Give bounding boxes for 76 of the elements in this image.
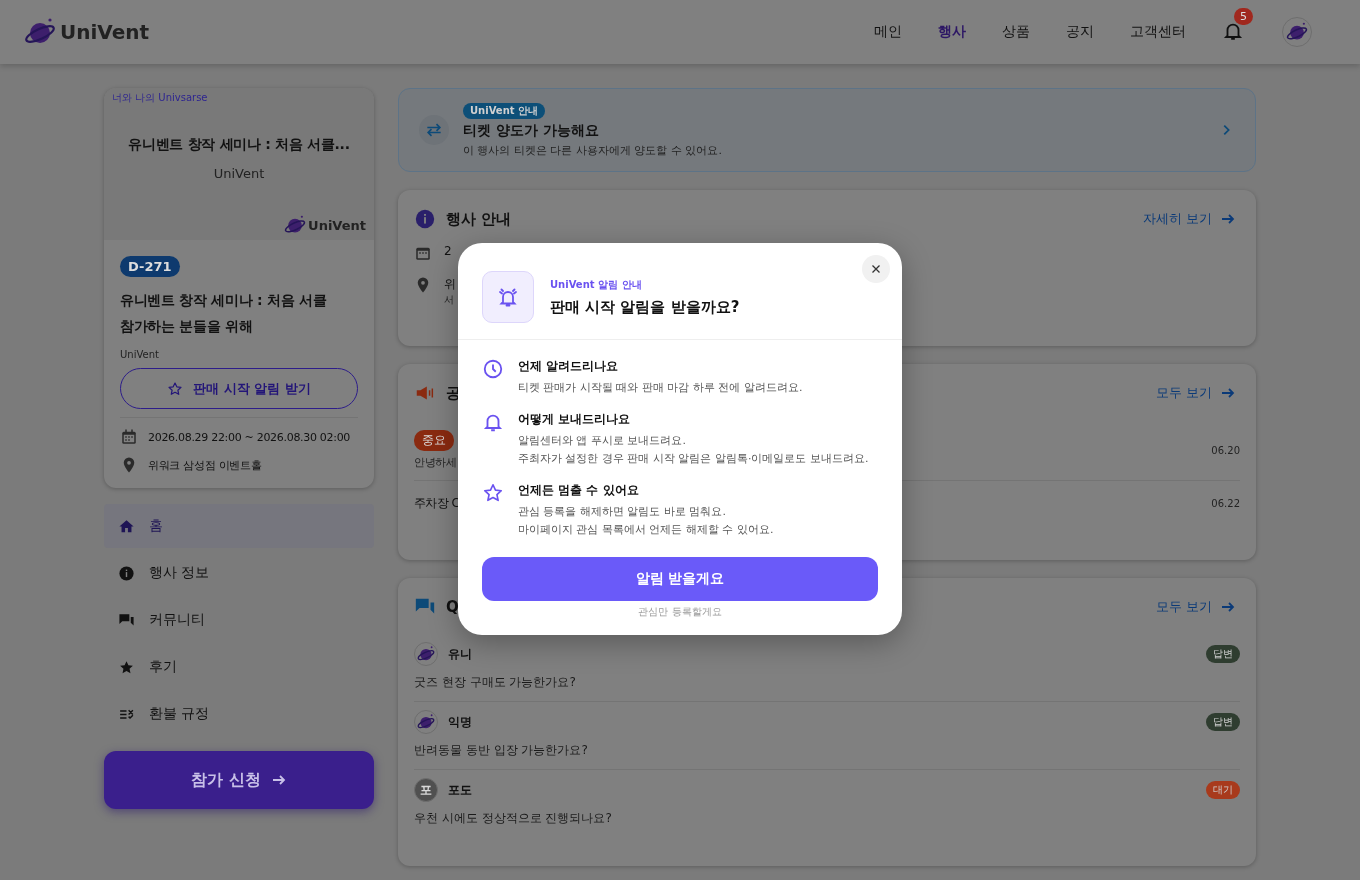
- nav-link[interactable]: 고객센터: [1130, 23, 1186, 41]
- info-icon: [414, 208, 436, 230]
- home-icon: [118, 517, 135, 535]
- author-name: 유니: [448, 645, 473, 663]
- status-badge: 답변: [1206, 645, 1240, 663]
- notice-date: 06.20: [1211, 444, 1240, 456]
- event-place: 위워크 삼성점 이벤트홀: [148, 457, 262, 473]
- swap-arrows-icon: [419, 115, 449, 145]
- info-item-text: 마이페이지 관심 목록에서 언제든 해제할 수 있어요.: [518, 522, 774, 537]
- clock-icon: [482, 358, 504, 380]
- info-item-text: 관심 등록을 해제하면 알림도 바로 멈춰요.: [518, 504, 727, 519]
- info-item-text: 주최자가 설정한 경우 판매 시작 알림은 알림톡·이메일로도 보내드려요.: [518, 451, 869, 466]
- nav-link[interactable]: 행사: [938, 23, 966, 41]
- see-all-link[interactable]: 모두 보기: [1155, 384, 1240, 402]
- transfer-banner[interactable]: UniVent 안내 티켓 양도가 가능해요 이 행사의 티켓은 다른 사용자에게 양도할 수 있어요.: [398, 88, 1256, 172]
- poster-title: 유니벤트 창작 세미나 : 처음 서클...: [128, 136, 350, 154]
- notice-date: 06.22: [1211, 498, 1240, 509]
- bell-ringing-icon: [482, 271, 534, 323]
- section-title: Q: [446, 598, 459, 616]
- notification-badge: 5: [1234, 8, 1253, 25]
- poster-host: UniVent: [213, 166, 265, 181]
- info-item-text: 알림센터와 앱 푸시로 보내드려요.: [518, 433, 687, 448]
- event-title: 유니벤트 창작 세미나 : 처음 서클 참가하는 분들을 위해: [120, 291, 328, 336]
- nav-link[interactable]: 메인: [874, 23, 902, 41]
- star-icon: [482, 482, 504, 504]
- question-item[interactable]: 유니 답변 굿즈 현장 구매도 가능한가요?: [414, 634, 1240, 701]
- question-item[interactable]: 포 포도 대기 우천 시에도 정상적으로 진행되나요?: [414, 769, 1240, 837]
- info-item-title: 언제든 멈출 수 있어요: [518, 482, 640, 499]
- get-alerts-button[interactable]: 알림 받을게요: [482, 557, 878, 601]
- logo-text[interactable]: UniVent: [60, 20, 150, 44]
- question-item[interactable]: 익명 답변 반려동물 동반 입장 가능한가요?: [414, 701, 1240, 769]
- nav-link[interactable]: 상품: [1002, 23, 1030, 41]
- question-text: 우천 시에도 정상적으로 진행되나요?: [414, 810, 613, 827]
- nav-link[interactable]: 공지: [1066, 23, 1094, 41]
- author-name: 익명: [448, 713, 473, 731]
- sale-alert-button[interactable]: 판매 시작 알림 받기: [120, 368, 358, 409]
- author-name: 포도: [448, 781, 473, 799]
- calendar-icon: [120, 428, 138, 446]
- see-details-link[interactable]: 자세히 보기: [1142, 210, 1240, 228]
- event-date: 2026.08.29 22:00 ~ 2026.08.30 02:00: [148, 430, 351, 444]
- sidebar-item[interactable]: 후기: [104, 645, 374, 689]
- question-text: 반려동물 동반 입장 가능한가요?: [414, 742, 589, 759]
- poster-tagline: 너와 나의 Univsarse: [112, 91, 208, 105]
- question-text: 굿즈 현장 구매도 가능한가요?: [414, 674, 577, 691]
- status-badge: 대기: [1206, 781, 1240, 799]
- d-day-badge: D-271: [120, 256, 180, 277]
- info-item-text: 티켓 판매가 시작될 때와 판매 마감 하루 전에 알려드려요.: [518, 380, 803, 395]
- banner-subtitle: 이 행사의 티켓은 다른 사용자에게 양도할 수 있어요.: [463, 142, 722, 158]
- info-text: 2: [444, 244, 452, 258]
- status-badge: 답변: [1206, 713, 1240, 731]
- info-text: 위: [444, 276, 456, 293]
- interest-only-link[interactable]: 관심만 등록할게요: [638, 605, 722, 619]
- info-badge: UniVent 안내: [463, 102, 546, 119]
- user-avatar: 포: [414, 778, 438, 802]
- see-all-link[interactable]: 모두 보기: [1155, 598, 1240, 616]
- close-button[interactable]: [862, 255, 890, 283]
- organizer-name: UniVent: [120, 349, 159, 360]
- notice-text: 안녕하세: [414, 455, 456, 470]
- sidebar-item[interactable]: 행사 정보: [104, 551, 374, 595]
- section-title: 행사 안내: [446, 209, 512, 229]
- sidebar-item[interactable]: 환불 규정: [104, 692, 374, 736]
- dialog-eyebrow: UniVent 알림 안내: [550, 277, 643, 292]
- banner-title: 티켓 양도가 가능해요: [463, 121, 599, 140]
- info-item-title: 언제 알려드리나요: [518, 358, 620, 375]
- poster-logo-text: UniVent: [308, 217, 366, 233]
- apply-button[interactable]: 참가 신청: [104, 751, 374, 809]
- star-icon: [118, 658, 135, 676]
- notice-title: 주차장 C: [414, 495, 460, 512]
- info-item-title: 어떻게 보내드리나요: [518, 411, 632, 428]
- info-subtext: 서: [444, 293, 455, 307]
- sidebar-item[interactable]: 커뮤니티: [104, 598, 374, 642]
- star-icon: [167, 380, 184, 397]
- info-icon: [118, 564, 135, 582]
- sidebar-item[interactable]: 홈: [104, 504, 374, 548]
- dialog-title: 판매 시작 알림을 받을까요?: [550, 297, 740, 317]
- important-tag: 중요: [414, 430, 454, 451]
